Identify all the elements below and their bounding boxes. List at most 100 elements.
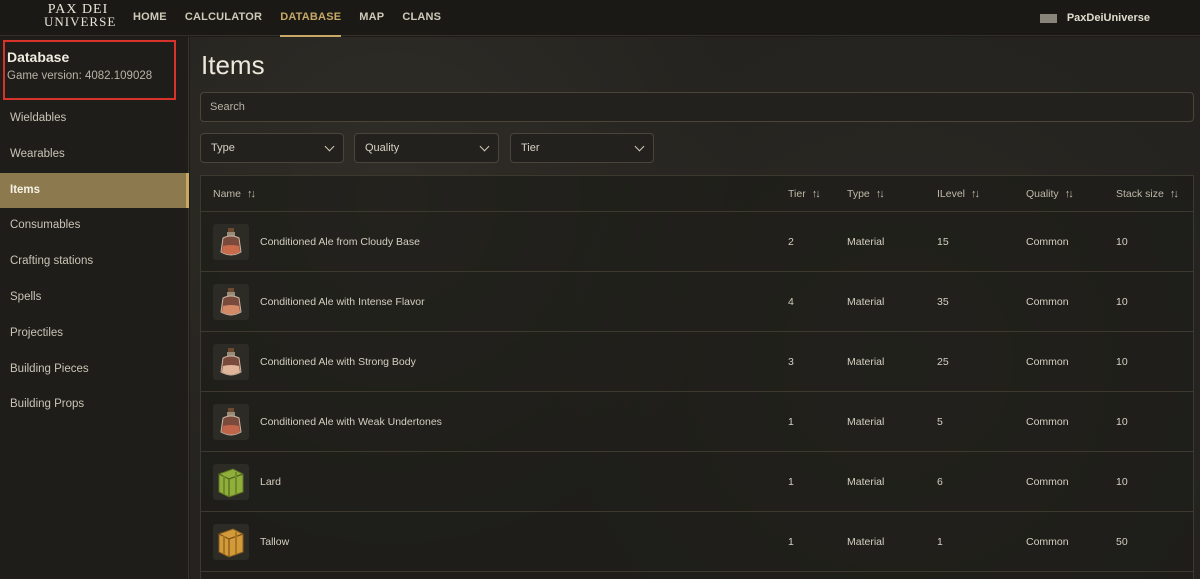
chevron-down-icon [634, 141, 645, 152]
main-nav: HOME CALCULATOR DATABASE MAP CLANS [133, 0, 459, 37]
item-stack-size: 10 [1116, 416, 1128, 428]
item-ilevel: 1 [937, 536, 943, 548]
table-row[interactable]: Conditioned Ale with Strong Body 3 Mater… [201, 332, 1193, 392]
lard-package-icon [213, 464, 249, 500]
table-header: Name ↑↓ Tier ↑↓ Type ↑↓ ILevel ↑↓ Quality ↑↓ … [201, 176, 1193, 212]
sidebar-menu: Wieldables Wearables Items Consumables C… [0, 101, 189, 423]
logo-line-2: UNIVERSE [44, 14, 117, 29]
sort-icon: ↑↓ [811, 188, 821, 200]
tallow-package-icon [213, 524, 249, 560]
items-table: Name ↑↓ Tier ↑↓ Type ↑↓ ILevel ↑↓ Quality ↑↓ … [200, 175, 1194, 579]
column-label: Name [213, 188, 242, 200]
item-stack-size: 50 [1116, 536, 1128, 548]
item-quality: Common [1026, 536, 1069, 548]
item-type: Material [847, 416, 885, 428]
item-type: Material [847, 296, 885, 308]
item-quality: Common [1026, 476, 1069, 488]
database-title: Database [7, 49, 70, 65]
table-row[interactable]: Conditioned Ale with Intense Flavor 4 Ma… [201, 272, 1193, 332]
top-navigation-bar: PAX DEI UNIVERSE HOME CALCULATOR DATABAS… [0, 0, 1200, 37]
column-label: Type [847, 188, 870, 200]
column-header-stack-size[interactable]: Stack size ↑↓ [1116, 176, 1179, 212]
user-avatar-icon [1039, 13, 1057, 23]
column-header-type[interactable]: Type ↑↓ [847, 176, 885, 212]
page-title: Items [201, 50, 265, 80]
nav-map[interactable]: MAP [359, 0, 384, 36]
item-tier: 3 [788, 356, 794, 368]
sidebar-item-projectiles[interactable]: Projectiles [0, 316, 189, 352]
table-row[interactable]: Conditioned Ale with Weak Undertones 1 M… [201, 392, 1193, 452]
item-name[interactable]: Conditioned Ale with Weak Undertones [260, 392, 442, 452]
column-label: Stack size [1116, 188, 1164, 200]
sidebar: Database Game version: 4082.109028 Wield… [0, 37, 189, 579]
table-row[interactable]: Conditioned Ale from Cloudy Base 2 Mater… [201, 212, 1193, 272]
item-type: Material [847, 356, 885, 368]
item-name[interactable]: Conditioned Ale with Intense Flavor [260, 272, 425, 332]
table-row[interactable]: Tallow 1 Material 1 Common 50 [201, 512, 1193, 572]
sidebar-item-crafting-stations[interactable]: Crafting stations [0, 244, 189, 280]
column-header-name[interactable]: Name ↑↓ [213, 176, 256, 212]
potion-bottle-icon [213, 344, 249, 380]
game-version: Game version: 4082.109028 [7, 70, 153, 82]
sidebar-item-wieldables[interactable]: Wieldables [0, 101, 189, 137]
item-tier: 4 [788, 296, 794, 308]
column-header-tier[interactable]: Tier ↑↓ [788, 176, 821, 212]
item-tier: 1 [788, 536, 794, 548]
item-type: Material [847, 536, 885, 548]
sort-icon: ↑↓ [1169, 188, 1179, 200]
sidebar-item-building-props[interactable]: Building Props [0, 387, 189, 423]
item-name[interactable]: Conditioned Ale from Cloudy Base [260, 212, 420, 272]
item-name[interactable]: Tallow [260, 512, 289, 572]
type-filter-dropdown[interactable]: Type [200, 133, 344, 163]
nav-clans[interactable]: CLANS [402, 0, 441, 36]
sidebar-item-building-pieces[interactable]: Building Pieces [0, 352, 189, 388]
nav-database[interactable]: DATABASE [280, 0, 342, 37]
column-header-ilevel[interactable]: ILevel ↑↓ [937, 176, 980, 212]
item-stack-size: 10 [1116, 236, 1128, 248]
nav-home[interactable]: HOME [133, 0, 167, 36]
column-label: Quality [1026, 188, 1059, 200]
item-stack-size: 10 [1116, 296, 1128, 308]
item-ilevel: 6 [937, 476, 943, 488]
item-quality: Common [1026, 236, 1069, 248]
item-name[interactable]: Lard [260, 452, 281, 512]
sidebar-item-wearables[interactable]: Wearables [0, 137, 189, 173]
tier-filter-label: Tier [521, 142, 540, 154]
item-ilevel: 15 [937, 236, 949, 248]
nav-calculator[interactable]: CALCULATOR [185, 0, 262, 36]
user-menu[interactable]: PaxDeiUniverse [1039, 0, 1150, 36]
sort-icon: ↑↓ [1064, 188, 1074, 200]
item-type: Material [847, 236, 885, 248]
sidebar-item-items[interactable]: Items [0, 172, 189, 209]
chevron-down-icon [479, 141, 490, 152]
tier-filter-dropdown[interactable]: Tier [510, 133, 654, 163]
sort-icon: ↑↓ [247, 188, 256, 200]
item-type: Material [847, 476, 885, 488]
item-ilevel: 35 [937, 296, 949, 308]
sidebar-item-consumables[interactable]: Consumables [0, 208, 189, 244]
item-stack-size: 10 [1116, 356, 1128, 368]
potion-bottle-icon [213, 224, 249, 260]
search-input[interactable] [200, 92, 1194, 122]
item-stack-size: 10 [1116, 476, 1128, 488]
item-tier: 2 [788, 236, 794, 248]
user-name: PaxDeiUniverse [1066, 12, 1150, 24]
item-tier: 1 [788, 416, 794, 428]
sidebar-item-spells[interactable]: Spells [0, 280, 189, 316]
item-name[interactable]: Conditioned Ale with Strong Body [260, 332, 416, 392]
potion-bottle-icon [213, 404, 249, 440]
column-label: ILevel [937, 188, 966, 200]
type-filter-label: Type [211, 142, 235, 154]
quality-filter-dropdown[interactable]: Quality [354, 133, 499, 163]
sort-icon: ↑↓ [971, 188, 980, 200]
item-quality: Common [1026, 296, 1069, 308]
table-row[interactable]: Lard 1 Material 6 Common 10 [201, 452, 1193, 512]
pax-dei-universe-logo[interactable]: PAX DEI UNIVERSE [44, 3, 117, 32]
item-quality: Common [1026, 416, 1069, 428]
sort-icon: ↑↓ [875, 188, 885, 200]
main-content: Items Type Quality Tier Name ↑↓ Tier ↑↓ Ty… [190, 37, 1200, 579]
column-label: Tier [788, 188, 806, 200]
potion-bottle-icon [213, 284, 249, 320]
chevron-down-icon [324, 141, 335, 152]
column-header-quality[interactable]: Quality ↑↓ [1026, 176, 1074, 212]
